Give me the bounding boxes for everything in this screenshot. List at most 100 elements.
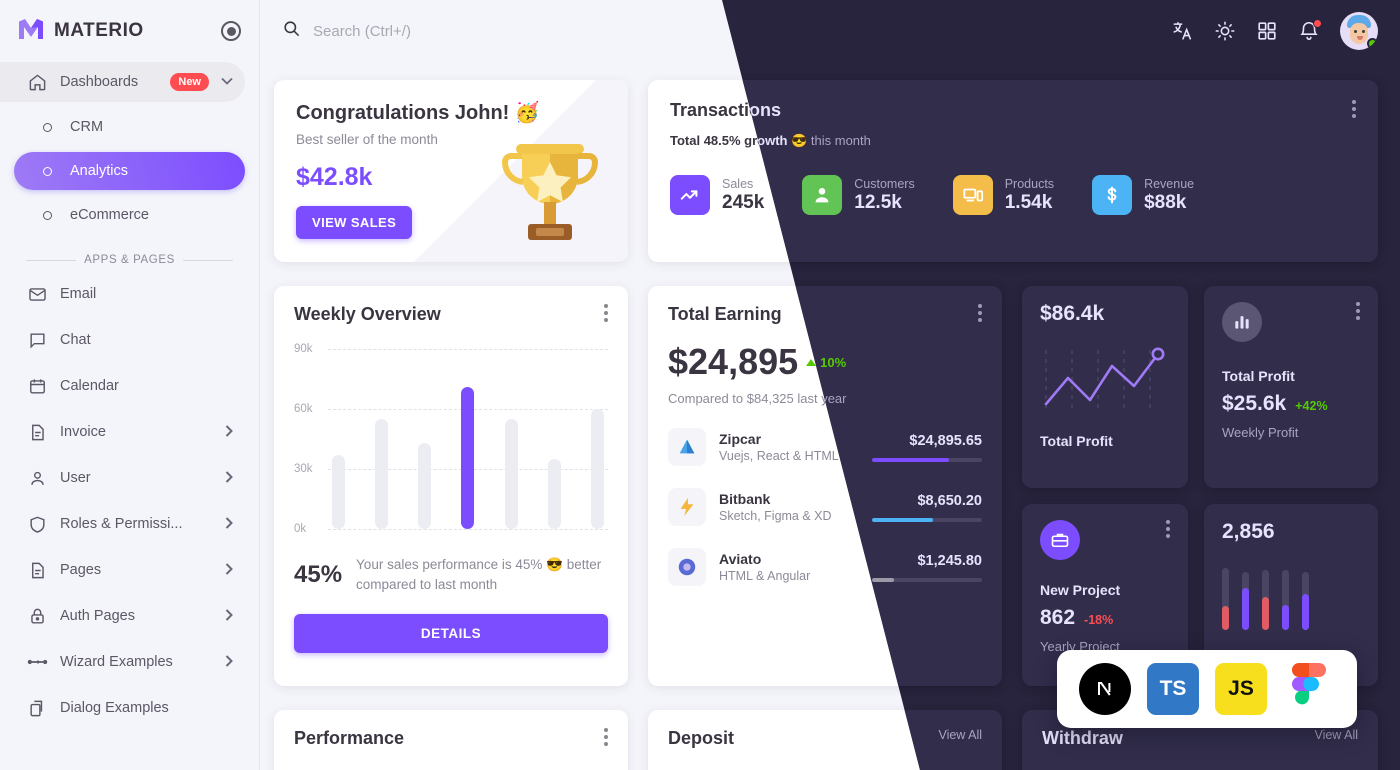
- earning-progress: [872, 517, 982, 522]
- bullet-icon: [36, 160, 58, 182]
- weekly-overview-title: Weekly Overview: [294, 304, 441, 324]
- shield-icon: [26, 513, 48, 535]
- sidebar-item-chat[interactable]: Chat: [14, 320, 245, 360]
- chevron-right-icon: [225, 470, 233, 486]
- bar: [504, 419, 518, 529]
- sidebar-item-label: Chat: [60, 332, 91, 348]
- sessions-value: 2,856: [1222, 520, 1275, 543]
- user-avatar[interactable]: [1340, 12, 1378, 50]
- person-icon: [26, 467, 48, 489]
- earning-progress: [872, 457, 982, 462]
- congratulations-title: Congratulations John! 🥳: [296, 102, 540, 124]
- chat-bubble-icon: [26, 329, 48, 351]
- bar: [590, 409, 604, 529]
- total-profit-line-card: $86.4k Total Profit: [1022, 286, 1188, 488]
- sidebar-section-label: APPS & PAGES: [84, 254, 175, 266]
- weekly-bar-chart: 90k 60k 30k 0k: [294, 343, 608, 535]
- trending-up-icon: [670, 175, 710, 215]
- details-button[interactable]: DETAILS: [294, 614, 608, 654]
- mini-bar-chart: [1222, 558, 1360, 630]
- grid-apps-icon[interactable]: [1256, 20, 1278, 42]
- total-profit-delta: +42%: [1295, 399, 1328, 413]
- stat-revenue: Revenue $88k: [1092, 175, 1194, 215]
- new-project-delta: -18%: [1084, 613, 1114, 627]
- document-icon: [26, 421, 48, 443]
- withdraw-view-all[interactable]: View All: [1314, 728, 1358, 742]
- sidebar-item-dialog-examples[interactable]: Dialog Examples: [14, 688, 245, 728]
- earning-name: Zipcar: [719, 431, 762, 447]
- growth-value: 10%: [820, 354, 847, 370]
- dollar-icon: [1092, 175, 1133, 215]
- more-vertical-icon[interactable]: [604, 728, 608, 746]
- sidebar-item-roles-permissions[interactable]: Roles & Permissi...: [14, 504, 245, 544]
- person-icon: [802, 175, 843, 215]
- earning-tech: HTML & Angular: [719, 569, 811, 583]
- chevron-right-icon: [225, 654, 233, 670]
- sun-icon[interactable]: [1214, 20, 1236, 42]
- sidebar-item-label: Analytics: [70, 163, 129, 179]
- sidebar-item-pages[interactable]: Pages: [14, 550, 245, 590]
- stat-value: 12.5k: [854, 191, 902, 213]
- earning-tech: Sketch, Figma & XD: [719, 509, 832, 523]
- stat-sales: Sales 245k: [670, 175, 764, 215]
- more-vertical-icon[interactable]: [1356, 302, 1360, 320]
- earning-price: $1,245.80: [917, 552, 982, 569]
- trophy-icon: [501, 138, 599, 253]
- sidebar-item-invoice[interactable]: Invoice: [14, 412, 245, 452]
- stat-customers: Customers 12.5k: [802, 175, 915, 215]
- sidebar-item-user[interactable]: User: [14, 458, 245, 498]
- mini-bar: [1302, 572, 1309, 630]
- sidebar-item-crm[interactable]: CRM: [14, 108, 245, 146]
- envelope-icon: [26, 283, 48, 305]
- sidebar-item-label: eCommerce: [70, 207, 149, 223]
- figma-logo: [1283, 663, 1335, 715]
- sidebar-group-label: Dashboards: [60, 74, 139, 90]
- more-vertical-icon[interactable]: [1352, 100, 1356, 118]
- view-sales-button[interactable]: VIEW SALES: [296, 206, 413, 239]
- circle-dot-icon[interactable]: [221, 21, 241, 41]
- sidebar-group-dashboards[interactable]: Dashboards New: [0, 62, 245, 102]
- more-vertical-icon[interactable]: [978, 304, 982, 322]
- sidebar-item-label: User: [60, 470, 91, 486]
- total-profit-caption: Total Profit: [1040, 433, 1113, 449]
- sidebar-item-label: Roles & Permissi...: [60, 516, 183, 532]
- bullet-icon: [36, 204, 58, 226]
- sidebar-item-auth-pages[interactable]: Auth Pages: [14, 596, 245, 636]
- total-earning-title: Total Earning: [668, 304, 782, 324]
- search-input[interactable]: Search (Ctrl+/): [313, 23, 411, 40]
- translate-icon[interactable]: [1172, 20, 1194, 42]
- sidebar-item-wizard-examples[interactable]: Wizard Examples: [14, 642, 245, 682]
- total-profit-stat-card: Total Profit $25.6k +42% Weekly Profit: [1204, 286, 1378, 488]
- copy-icon: [26, 697, 48, 719]
- new-project-title: New Project: [1040, 582, 1121, 598]
- deposit-view-all[interactable]: View All: [938, 728, 982, 742]
- sidebar-item-email[interactable]: Email: [14, 274, 245, 314]
- sidebar-item-calendar[interactable]: Calendar: [14, 366, 245, 406]
- tech-stack-chip: TS JS: [1057, 650, 1357, 728]
- bars: [332, 349, 604, 529]
- online-status-dot: [1367, 38, 1378, 49]
- bar: [418, 443, 432, 529]
- bell-icon[interactable]: [1298, 19, 1322, 42]
- earning-tech: Vuejs, React & HTML: [719, 449, 839, 463]
- bar-highlight: [461, 387, 475, 529]
- home-icon: [26, 71, 48, 93]
- sidebar-item-label: Invoice: [60, 424, 106, 440]
- nextjs-logo: [1079, 663, 1131, 715]
- congratulations-card: Congratulations John! 🥳 Best seller of t…: [274, 80, 628, 262]
- brand: MATERIO: [0, 0, 259, 62]
- bar-chart-icon: [1222, 302, 1262, 342]
- devices-icon: [952, 175, 993, 215]
- sidebar-item-ecommerce[interactable]: eCommerce: [14, 196, 245, 234]
- typescript-logo: TS: [1147, 663, 1199, 715]
- chevron-right-icon: [225, 516, 233, 532]
- deposit-title: Deposit: [668, 728, 735, 748]
- bitbank-logo: [668, 488, 706, 526]
- bullet-icon: [36, 116, 58, 138]
- stat-label: Customers: [854, 176, 915, 191]
- header-icons: [1172, 12, 1378, 50]
- more-vertical-icon[interactable]: [604, 304, 608, 322]
- sidebar-item-analytics[interactable]: Analytics: [14, 152, 245, 190]
- stat-label: Revenue: [1144, 176, 1195, 191]
- more-vertical-icon[interactable]: [1166, 520, 1170, 538]
